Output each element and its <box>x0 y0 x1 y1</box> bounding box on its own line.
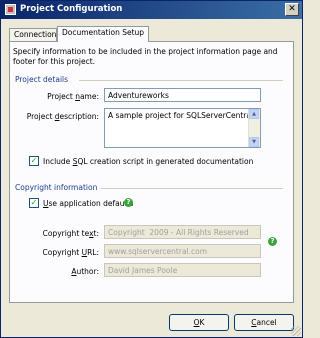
include-sql-label[interactable]: Include SQL creation script in generated… <box>43 157 253 166</box>
project-configuration-dialog: Project Configuration ✕ Connection Docum… <box>0 0 303 338</box>
copyright-help-icon[interactable]: ? <box>268 237 277 246</box>
cancel-button[interactable]: Cancel <box>234 314 294 331</box>
copyright-text-label: Copyright text: <box>42 229 99 238</box>
project-name-label: Project name: <box>47 92 99 101</box>
project-name-input[interactable] <box>104 88 261 102</box>
project-details-divider <box>79 80 283 81</box>
copyright-text-input <box>104 225 261 239</box>
author-label: Author: <box>71 267 99 276</box>
copyright-divider <box>101 188 283 189</box>
use-defaults-checkbox[interactable]: ✓ <box>29 198 39 208</box>
project-description-textarea[interactable]: A sample project for SQLServerCentral ▲ … <box>104 108 261 148</box>
author-input <box>104 263 261 277</box>
scroll-down-icon[interactable]: ▼ <box>249 137 259 147</box>
description-scrollbar[interactable]: ▲ ▼ <box>248 109 260 147</box>
window-title: Project Configuration <box>20 4 123 14</box>
scroll-up-icon[interactable]: ▲ <box>249 109 259 119</box>
resize-grip[interactable] <box>291 326 301 336</box>
ok-button[interactable]: OK <box>169 314 229 331</box>
project-details-group-label: Project details <box>15 75 69 84</box>
copyright-group-label: Copyright information <box>15 183 98 192</box>
copyright-url-label: Copyright URL: <box>42 248 99 257</box>
project-description-label: Project description: <box>26 112 99 121</box>
include-sql-checkbox[interactable]: ✓ <box>29 156 39 166</box>
project-description-value: A sample project for SQLServerCentral <box>108 111 254 120</box>
use-defaults-help-icon[interactable]: ? <box>124 198 133 207</box>
close-button[interactable]: ✕ <box>285 3 299 16</box>
title-bar[interactable]: Project Configuration ✕ <box>1 1 302 19</box>
description-text: Specify information to be included in th… <box>13 47 278 66</box>
copyright-url-input <box>104 244 261 258</box>
tab-documentation-setup[interactable]: Documentation Setup <box>57 26 149 42</box>
use-defaults-label[interactable]: Use application defaults <box>43 199 133 208</box>
tab-connection[interactable]: Connection <box>9 28 57 41</box>
app-icon <box>5 4 16 15</box>
